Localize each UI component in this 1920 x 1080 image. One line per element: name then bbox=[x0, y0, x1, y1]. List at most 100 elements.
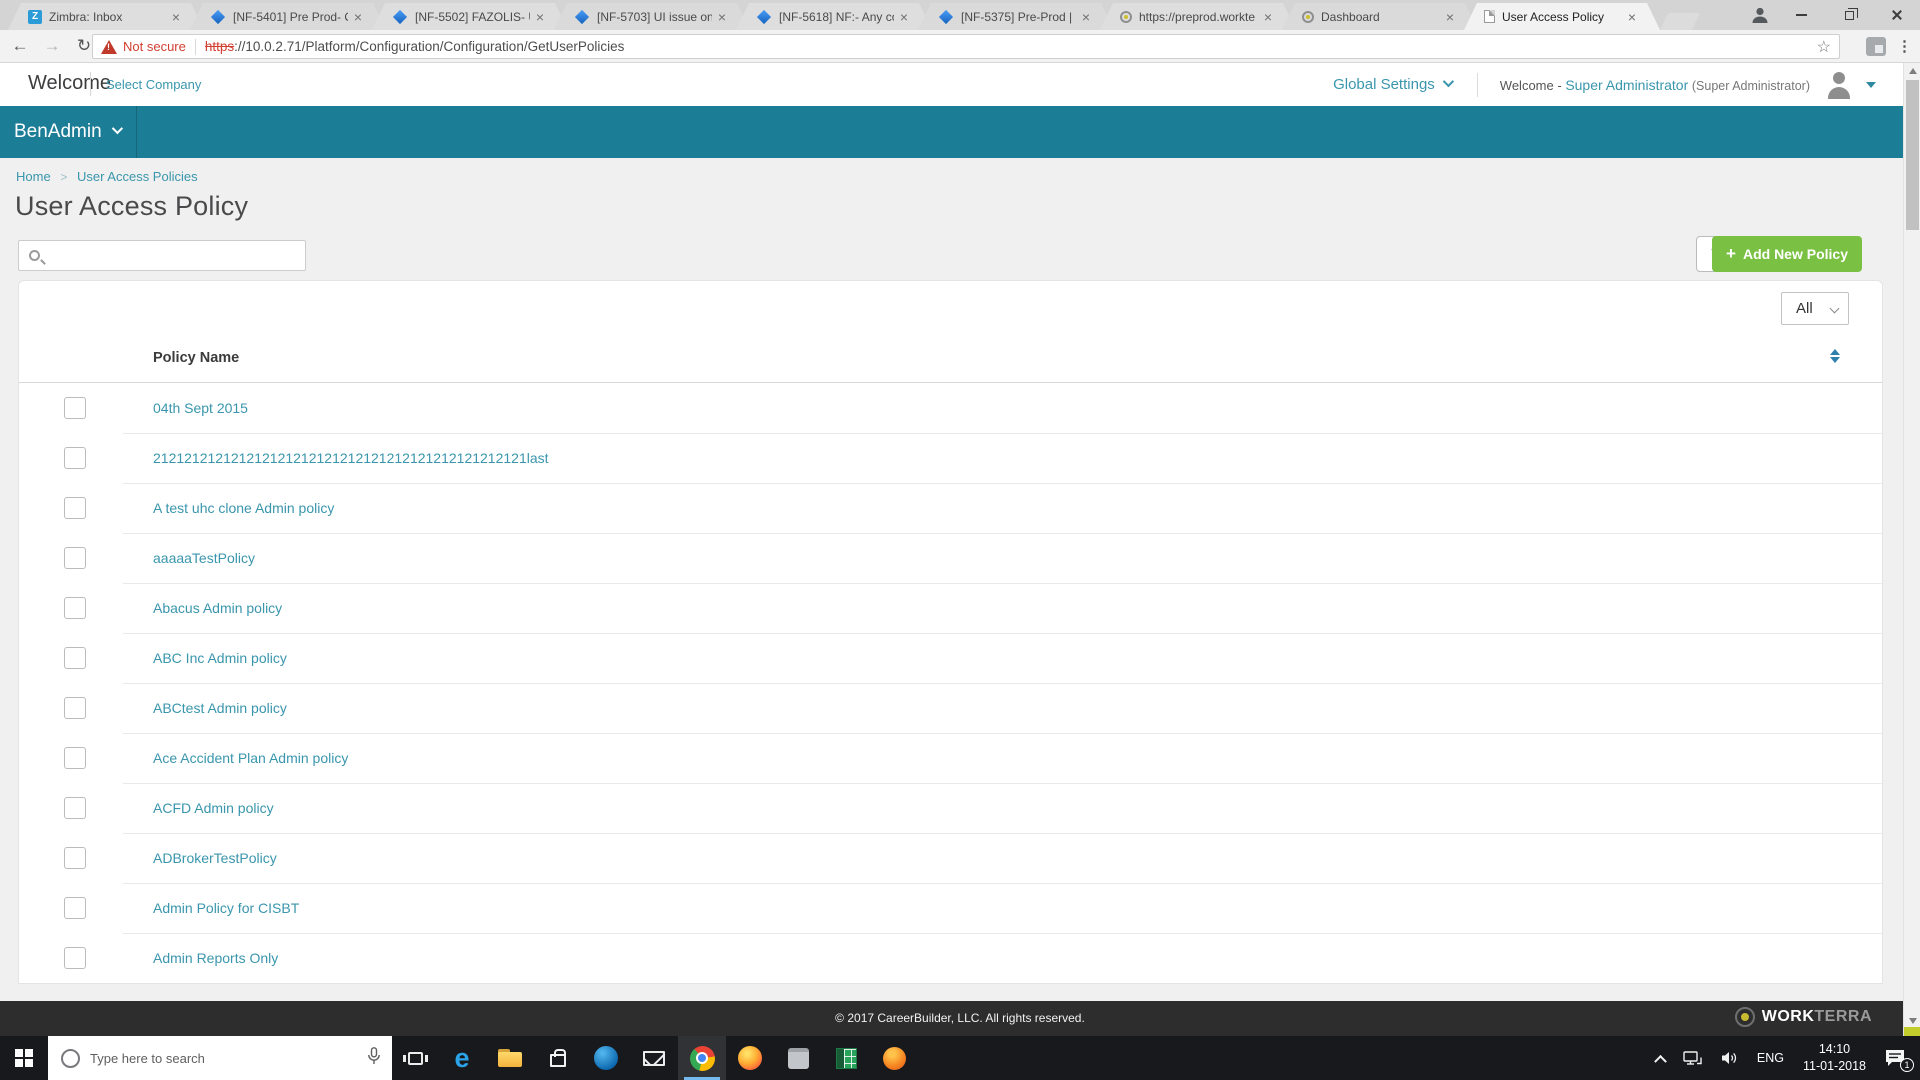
row-checkbox[interactable] bbox=[64, 747, 86, 769]
minimize-button[interactable] bbox=[1784, 2, 1818, 28]
browser-profile-icon[interactable] bbox=[1750, 5, 1770, 25]
policy-name-link[interactable]: Admin Reports Only bbox=[153, 950, 278, 966]
row-checkbox[interactable] bbox=[64, 447, 86, 469]
policy-name-link[interactable]: Admin Policy for CISBT bbox=[153, 900, 299, 916]
taskbar-app-orange-app[interactable] bbox=[870, 1036, 918, 1080]
task-view-icon bbox=[408, 1052, 423, 1065]
browser-menu-icon[interactable]: ⋮ bbox=[1897, 35, 1912, 58]
taskbar-app-mail[interactable] bbox=[630, 1036, 678, 1080]
policy-name-link[interactable]: aaaaaTestPolicy bbox=[153, 550, 255, 566]
browser-tab[interactable]: [NF-5618] NF:- Any con× bbox=[736, 3, 932, 30]
back-icon[interactable]: ← bbox=[8, 34, 32, 58]
policy-name-link[interactable]: ABCtest Admin policy bbox=[153, 700, 287, 716]
volume-icon[interactable] bbox=[1712, 1036, 1748, 1080]
tab-close-icon[interactable]: × bbox=[534, 10, 546, 24]
row-checkbox[interactable] bbox=[64, 947, 86, 969]
filter-dropdown[interactable]: All bbox=[1781, 292, 1849, 325]
edge-icon: e bbox=[454, 1045, 469, 1072]
tab-close-icon[interactable]: × bbox=[898, 10, 910, 24]
address-bar[interactable]: ! Not secure https://10.0.2.71/Platform/… bbox=[92, 34, 1840, 59]
security-label[interactable]: Not secure bbox=[123, 39, 186, 54]
tab-close-icon[interactable]: × bbox=[170, 10, 182, 24]
browser-tab[interactable]: [NF-5375] Pre-Prod | In× bbox=[918, 3, 1114, 30]
bookmark-star-icon[interactable]: ☆ bbox=[1817, 37, 1831, 57]
close-button[interactable] bbox=[1880, 2, 1914, 28]
browser-tab[interactable]: User Access Policy× bbox=[1464, 3, 1660, 30]
table-row: ABC Inc Admin policy bbox=[19, 633, 1882, 683]
titlebar-controls bbox=[1750, 0, 1914, 30]
row-checkbox[interactable] bbox=[64, 497, 86, 519]
taskbar-app-firefox[interactable] bbox=[726, 1036, 774, 1080]
policy-name-link[interactable]: Abacus Admin policy bbox=[153, 600, 282, 616]
row-checkbox[interactable] bbox=[64, 847, 86, 869]
global-settings-link[interactable]: Global Settings bbox=[1333, 76, 1435, 93]
taskbar-app-excel[interactable] bbox=[822, 1036, 870, 1080]
taskbar-app-file-explorer[interactable] bbox=[486, 1036, 534, 1080]
policy-name-link[interactable]: 2121212121212121212121212121212121212121… bbox=[153, 450, 549, 466]
tab-close-icon[interactable]: × bbox=[1444, 10, 1456, 24]
workterra-logo: WORKTERRA bbox=[1735, 1007, 1872, 1027]
jira-favicon-icon bbox=[939, 9, 953, 23]
tab-close-icon[interactable]: × bbox=[352, 10, 364, 24]
browser-tab[interactable]: Dashboard× bbox=[1282, 3, 1478, 30]
policy-name-link[interactable]: 04th Sept 2015 bbox=[153, 400, 248, 416]
taskbar-app-blue-app[interactable] bbox=[582, 1036, 630, 1080]
browser-tab[interactable]: ZZimbra: Inbox× bbox=[8, 3, 204, 30]
sort-icon[interactable] bbox=[1830, 349, 1840, 363]
scrollbar-thumb[interactable] bbox=[1906, 80, 1919, 230]
taskbar-app-store[interactable] bbox=[534, 1036, 582, 1080]
breadcrumb-current-link[interactable]: User Access Policies bbox=[77, 169, 198, 184]
policy-name-link[interactable]: ADBrokerTestPolicy bbox=[153, 850, 277, 866]
chevron-down-icon[interactable] bbox=[1443, 75, 1454, 86]
new-tab-button[interactable] bbox=[1660, 13, 1700, 30]
language-indicator[interactable]: ENG bbox=[1748, 1036, 1793, 1080]
add-new-policy-button[interactable]: + Add New Policy bbox=[1712, 236, 1862, 272]
user-menu-caret-icon[interactable] bbox=[1866, 82, 1876, 88]
microphone-icon[interactable] bbox=[368, 1047, 380, 1070]
restore-button[interactable] bbox=[1832, 2, 1866, 28]
tab-close-icon[interactable]: × bbox=[1626, 10, 1638, 24]
select-company-link[interactable]: Select Company bbox=[106, 77, 201, 92]
row-checkbox[interactable] bbox=[64, 647, 86, 669]
scroll-down-icon[interactable] bbox=[1909, 1018, 1917, 1024]
not-secure-warning-icon[interactable]: ! bbox=[101, 40, 117, 54]
browser-tab[interactable]: https://preprod.workte× bbox=[1100, 3, 1296, 30]
tab-close-icon[interactable]: × bbox=[1080, 10, 1092, 24]
breadcrumb-home-link[interactable]: Home bbox=[16, 169, 51, 184]
tray-expand-button[interactable] bbox=[1647, 1036, 1674, 1080]
row-checkbox[interactable] bbox=[64, 547, 86, 569]
taskbar-apps: e bbox=[438, 1036, 918, 1080]
table-row: Ace Accident Plan Admin policy bbox=[19, 733, 1882, 783]
browser-tab[interactable]: [NF-5401] Pre Prod- Op× bbox=[190, 3, 386, 30]
url-text[interactable]: https://10.0.2.71/Platform/Configuration… bbox=[205, 39, 1809, 54]
scrollbar[interactable] bbox=[1903, 63, 1920, 1036]
policy-name-link[interactable]: A test uhc clone Admin policy bbox=[153, 500, 334, 516]
scroll-up-icon[interactable] bbox=[1909, 68, 1917, 74]
taskbar-app-gray-app[interactable] bbox=[774, 1036, 822, 1080]
row-checkbox[interactable] bbox=[64, 797, 86, 819]
row-checkbox[interactable] bbox=[64, 897, 86, 919]
clock[interactable]: 14:10 11-01-2018 bbox=[1793, 1036, 1876, 1080]
tab-close-icon[interactable]: × bbox=[1262, 10, 1274, 24]
policy-name-link[interactable]: ABC Inc Admin policy bbox=[153, 650, 287, 666]
action-center-button[interactable]: 1 bbox=[1876, 1036, 1920, 1080]
task-view-button[interactable] bbox=[392, 1036, 438, 1080]
taskbar-app-edge[interactable]: e bbox=[438, 1036, 486, 1080]
taskbar-search-input[interactable]: Type here to search bbox=[48, 1036, 392, 1080]
taskbar-app-chrome[interactable] bbox=[678, 1036, 726, 1080]
browser-tab[interactable]: [NF-5703] UI issue on u× bbox=[554, 3, 750, 30]
search-input[interactable] bbox=[18, 240, 306, 271]
nav-menu-benadmin[interactable]: BenAdmin bbox=[14, 121, 120, 143]
network-icon[interactable] bbox=[1674, 1036, 1712, 1080]
notification-badge: 1 bbox=[1900, 1058, 1914, 1072]
row-checkbox[interactable] bbox=[64, 697, 86, 719]
row-checkbox[interactable] bbox=[64, 397, 86, 419]
start-button[interactable] bbox=[0, 1036, 48, 1080]
avatar[interactable] bbox=[1824, 70, 1854, 100]
tab-close-icon[interactable]: × bbox=[716, 10, 728, 24]
policy-name-link[interactable]: Ace Accident Plan Admin policy bbox=[153, 750, 348, 766]
browser-tab[interactable]: [NF-5502] FAZOLIS- UA× bbox=[372, 3, 568, 30]
extension-icon[interactable] bbox=[1866, 37, 1886, 56]
policy-name-link[interactable]: ACFD Admin policy bbox=[153, 800, 274, 816]
row-checkbox[interactable] bbox=[64, 597, 86, 619]
